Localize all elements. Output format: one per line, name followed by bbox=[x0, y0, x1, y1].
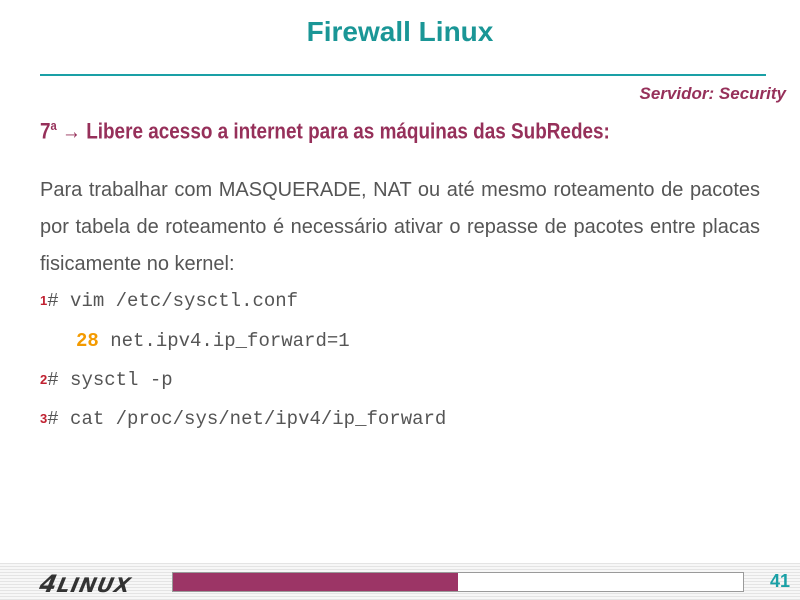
heading-text: → Libere acesso a internet para as máqui… bbox=[56, 118, 610, 144]
command-line-2: 2# sysctl -p bbox=[40, 369, 173, 391]
slide-title: Firewall Linux bbox=[306, 16, 494, 47]
command-text: # vim /etc/sysctl.conf bbox=[47, 290, 299, 312]
command-line-3: 3# cat /proc/sys/net/ipv4/ip_forward bbox=[40, 408, 446, 430]
config-line: 28 net.ipv4.ip_forward=1 bbox=[76, 330, 350, 352]
config-line-text: net.ipv4.ip_forward=1 bbox=[98, 330, 350, 352]
logo-text: LINUX bbox=[54, 573, 134, 597]
company-logo: 4LINUX bbox=[37, 570, 134, 598]
body-paragraph: Para trabalhar com MASQUERADE, NAT ou at… bbox=[40, 179, 760, 275]
config-line-number: 28 bbox=[76, 330, 99, 352]
slide-progress-bar bbox=[172, 572, 744, 592]
command-line-1: 1# vim /etc/sysctl.conf bbox=[40, 290, 298, 312]
slide-subtitle: Servidor: Security bbox=[639, 84, 786, 103]
page-number: 41 bbox=[769, 571, 790, 591]
title-divider bbox=[40, 74, 766, 76]
slide-progress-fill bbox=[173, 573, 458, 591]
heading-number: 7 bbox=[40, 118, 51, 144]
command-text: # cat /proc/sys/net/ipv4/ip_forward bbox=[47, 408, 447, 430]
command-text: # sysctl -p bbox=[47, 369, 173, 391]
section-heading: 7a → Libere acesso a internet para as má… bbox=[40, 118, 610, 144]
